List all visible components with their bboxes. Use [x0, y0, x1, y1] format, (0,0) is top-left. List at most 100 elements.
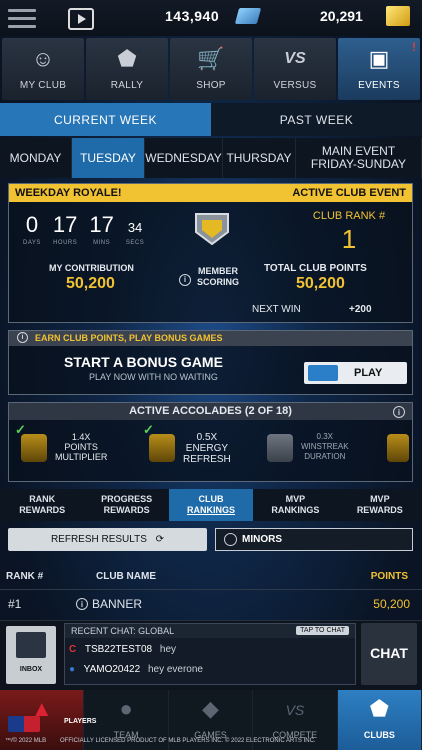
chat-message: ● YAMO20422 hey everone [69, 664, 203, 675]
info-icon[interactable]: i [393, 406, 405, 418]
nav-label: VERSUS [273, 80, 317, 91]
hamburger-menu-icon[interactable] [8, 9, 36, 29]
tab-monday[interactable]: MONDAY [0, 138, 72, 178]
recent-chat-panel[interactable]: RECENT CHAT: GLOBAL TAP TO CHAT C TSB22T… [64, 623, 356, 685]
bonus-header-text: EARN CLUB POINTS, PLAY BONUS GAMES [35, 333, 223, 343]
accolade-line: WINSTREAK [301, 442, 349, 451]
tab-current-week[interactable]: CURRENT WEEK [0, 103, 211, 136]
team-icon: ● [119, 696, 133, 721]
tab-thursday[interactable]: THURSDAY [223, 138, 296, 178]
tab-line: RANK [29, 494, 56, 504]
nav-versus[interactable]: VS VERSUS [254, 38, 336, 100]
chat-user: YAMO20422 [83, 664, 141, 675]
cart-icon: 🛒 [197, 46, 225, 71]
accolade-winstreak-duration[interactable]: 0.3X WINSTREAK DURATION [267, 428, 387, 478]
tab-mvp-rankings[interactable]: MVP RANKINGS [253, 489, 337, 521]
bottom-nav-clubs[interactable]: ⬟ CLUBS [337, 690, 422, 750]
tab-rank-rewards[interactable]: RANK REWARDS [0, 489, 84, 521]
info-icon: i [179, 273, 191, 286]
accolades-panel: ACTIVE ACCOLADES (2 OF 18) i ✓ 1.4X POIN… [8, 402, 413, 482]
nav-label: SHOP [196, 80, 226, 91]
play-bonus-button[interactable]: PLAY [304, 362, 407, 384]
nav-my-club[interactable]: ☺ MY CLUB [2, 38, 84, 100]
rankings-tabs: RANK REWARDS PROGRESS REWARDS CLUB RANKINGS… [0, 489, 422, 521]
member-scoring-info[interactable]: i [179, 269, 191, 287]
nav-label: MY CLUB [19, 80, 67, 91]
tab-club-rankings[interactable]: CLUB RANKINGS [168, 489, 254, 521]
team-logo-icon: ● [69, 664, 76, 675]
event-tag: ACTIVE CLUB EVENT [292, 187, 406, 199]
refresh-icon: ⟳ [155, 534, 165, 545]
tab-main-event[interactable]: MAIN EVENT FRIDAY-SUNDAY [296, 138, 422, 178]
tab-line: REWARDS [19, 505, 66, 515]
main-nav: ☺ MY CLUB ⬟ RALLY 🛒 SHOP VS VERSUS ! ▣ E… [0, 38, 422, 100]
bonus-game-panel: i EARN CLUB POINTS, PLAY BONUS GAMES STA… [8, 330, 413, 395]
accolade-line: MULTIPLIER [55, 452, 108, 462]
coins-icon[interactable] [386, 6, 410, 26]
row-club-name: BANNER [92, 597, 143, 611]
inbox-button[interactable]: INBOX [6, 626, 56, 684]
tab-mvp-rewards[interactable]: MVP REWARDS [338, 489, 422, 521]
accolade-points-multiplier[interactable]: ✓ 1.4X POINTS MULTIPLIER [15, 422, 141, 478]
timer-unit: MINS [93, 240, 111, 246]
total-points-value: 50,200 [296, 275, 345, 292]
timer-hours: 17 [52, 212, 78, 237]
accolade-line: ENERGY [185, 443, 229, 454]
refresh-results-button[interactable]: REFRESH RESULTS ⟳ [8, 528, 207, 551]
col-club-name: CLUB NAME [96, 571, 156, 582]
tab-line: PROGRESS [101, 494, 153, 504]
accolade-line: 0.3X [316, 432, 334, 441]
club-shield-icon [195, 213, 229, 246]
timer-unit: HOURS [53, 240, 78, 246]
nav-label: EVENTS [358, 80, 400, 91]
versus-icon: VS [284, 50, 306, 67]
tab-line: RANKINGS [187, 505, 236, 515]
accolade-energy-refresh[interactable]: ✓ 0.5X ENERGY REFRESH [143, 422, 269, 478]
event-panel: WEEKDAY ROYALE! ACTIVE CLUB EVENT 0 DAYS … [8, 183, 413, 323]
events-icon: ▣ [368, 46, 390, 71]
tab-progress-rewards[interactable]: PROGRESS REWARDS [84, 489, 168, 521]
member-scoring-label: MEMBER SCORING [197, 266, 239, 288]
divider [0, 589, 422, 590]
accolades-header: ACTIVE ACCOLADES (2 OF 18) [9, 403, 412, 420]
event-name: WEEKDAY ROYALE! [15, 187, 122, 199]
info-icon[interactable]: i [17, 332, 28, 343]
tab-line: CLUB [198, 494, 224, 504]
clubs-icon: ⬟ [369, 696, 389, 721]
member-scoring-line2: SCORING [197, 277, 240, 287]
bonus-header: i EARN CLUB POINTS, PLAY BONUS GAMES [9, 331, 412, 346]
table-row[interactable]: #1 i BANNER 50,200 [0, 592, 422, 616]
players-logo: PLAYERS [64, 718, 97, 725]
tab-line: MVP [285, 494, 306, 504]
nav-rally[interactable]: ⬟ RALLY [86, 38, 168, 100]
chat-text: hey everone [147, 664, 203, 675]
nav-shop[interactable]: 🛒 SHOP [170, 38, 252, 100]
timer-secs: 34 [127, 220, 143, 235]
row-rank: #1 [8, 597, 22, 611]
col-points: POINTS [370, 571, 408, 582]
stubs-icon[interactable] [234, 8, 262, 24]
tap-to-chat-label[interactable]: TAP TO CHAT [296, 626, 349, 635]
info-icon[interactable]: i [76, 598, 88, 610]
tab-past-week[interactable]: PAST WEEK [211, 103, 422, 136]
contribution-label: MY CONTRIBUTION [49, 263, 134, 273]
nav-events[interactable]: ! ▣ EVENTS [338, 38, 420, 100]
total-points-label: TOTAL CLUB POINTS [264, 263, 367, 274]
tab-wednesday[interactable]: WEDNESDAY [145, 138, 223, 178]
league-selector[interactable]: MINORS [215, 528, 413, 551]
chat-user: TSB22TEST08 [84, 644, 153, 655]
day-tabs: MONDAY TUESDAY WEDNESDAY THURSDAY MAIN E… [0, 138, 422, 178]
tab-tuesday[interactable]: TUESDAY [72, 138, 145, 178]
ticket-icon [308, 365, 338, 381]
accolade-text: 1.4X POINTS MULTIPLIER [55, 432, 107, 462]
tab-line: RANKINGS [271, 505, 320, 515]
row-points: 50,200 [373, 597, 410, 611]
stubs-balance: 143,940 [165, 8, 220, 24]
accolade-text: 0.5X ENERGY REFRESH [183, 432, 231, 465]
video-ad-icon[interactable] [68, 8, 94, 30]
coins-balance: 20,291 [320, 8, 363, 24]
accolade-text: 0.3X WINSTREAK DURATION [301, 432, 349, 462]
accolade-icon[interactable] [387, 434, 409, 462]
chat-button[interactable]: CHAT [361, 623, 417, 685]
club-rank-value: 1 [341, 224, 357, 254]
